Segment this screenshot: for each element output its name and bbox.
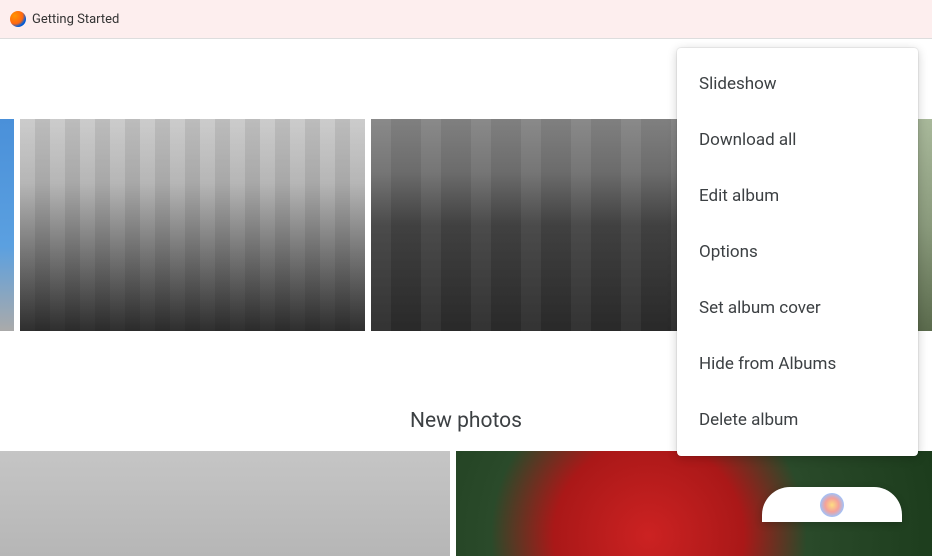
menu-download-all[interactable]: Download all: [677, 112, 918, 168]
menu-options[interactable]: Options: [677, 224, 918, 280]
bookmark-bar: Getting Started: [0, 0, 932, 39]
bookmark-label: Getting Started: [32, 12, 119, 27]
photo-thumbnail[interactable]: [20, 119, 365, 331]
menu-hide-from-albums[interactable]: Hide from Albums: [677, 336, 918, 392]
menu-set-cover[interactable]: Set album cover: [677, 280, 918, 336]
bookmark-getting-started[interactable]: Getting Started: [4, 7, 125, 31]
assistant-icon: [820, 493, 844, 517]
menu-edit-album[interactable]: Edit album: [677, 168, 918, 224]
firefox-icon: [10, 11, 26, 27]
album-options-menu: Slideshow Download all Edit album Option…: [677, 48, 918, 456]
photo-thumbnail[interactable]: [0, 119, 14, 331]
menu-delete-album[interactable]: Delete album: [677, 392, 918, 448]
content-area: New photos Slideshow Download all Edit a…: [0, 39, 932, 517]
photo-thumbnail[interactable]: [0, 451, 450, 556]
menu-slideshow[interactable]: Slideshow: [677, 56, 918, 112]
